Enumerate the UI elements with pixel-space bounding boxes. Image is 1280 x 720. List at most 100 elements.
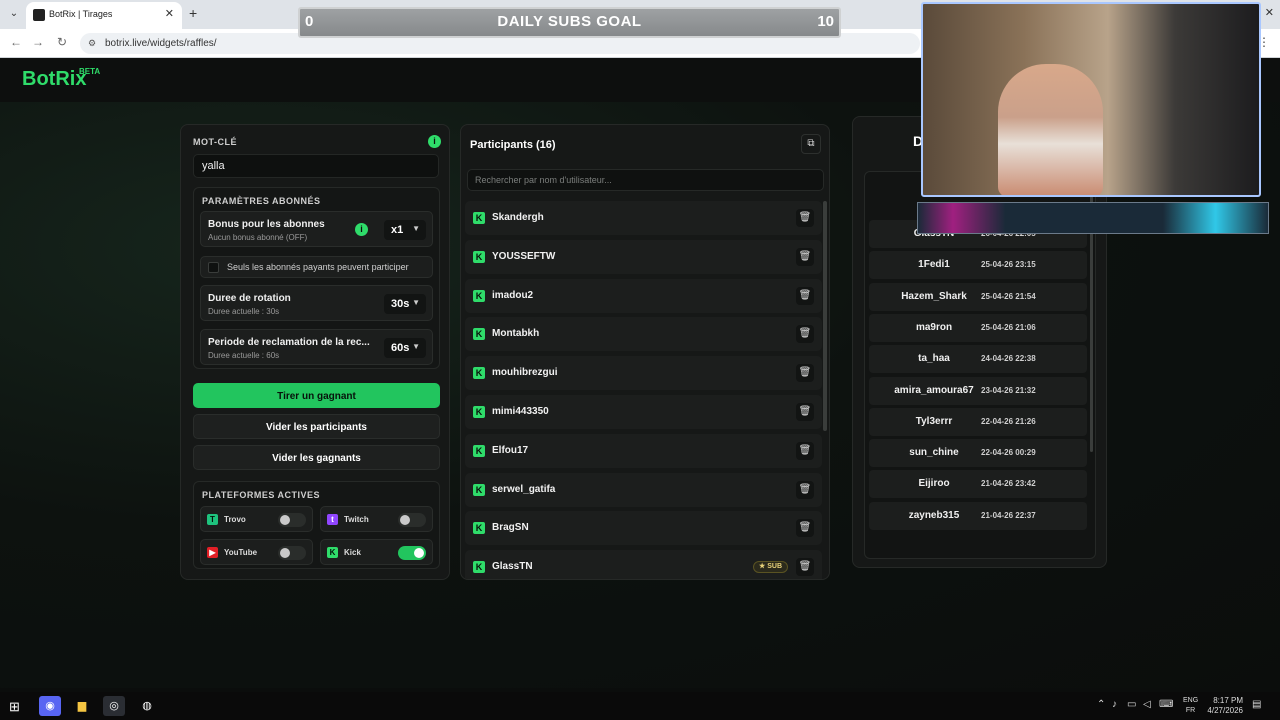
tray-chevron-icon[interactable]: ⌃ (1097, 699, 1105, 710)
participants-scrollbar[interactable] (823, 201, 827, 431)
trovo-icon: T (207, 514, 218, 525)
keyword-input[interactable] (193, 154, 439, 178)
trash-icon[interactable]: 🗑 (796, 441, 814, 460)
file-explorer-icon[interactable]: ▆ (71, 696, 93, 716)
participant-name: imadou2 (492, 289, 534, 301)
network-icon[interactable]: ▭ (1127, 699, 1136, 710)
keyboard-icon[interactable]: ⌨ (1159, 699, 1173, 710)
winner-row: 1Fedi1 25-04-26 23:15 (869, 251, 1087, 280)
participant-name: BragSN (492, 522, 529, 534)
paid-only-row[interactable]: Seuls les abonnés payants peuvent partic… (200, 256, 433, 278)
claim-title: Periode de reclamation de la rec... (208, 337, 370, 348)
kick-toggle[interactable] (398, 546, 426, 560)
trash-icon[interactable]: 🗑 (796, 403, 814, 421)
language-indicator[interactable]: ENG FR (1183, 696, 1198, 716)
participant-row: K GlassTN ★ SUB 🗑 (465, 550, 822, 579)
platform-name: YouTube (224, 548, 258, 557)
url-text: botrix.live/widgets/raffles/ (105, 38, 217, 49)
twitch-toggle[interactable] (398, 513, 426, 527)
participant-name: GlassTN (492, 561, 533, 573)
trash-icon[interactable]: 🗑 (796, 286, 814, 305)
winner-name: sun_chine (909, 447, 959, 459)
participant-name: Skandergh (492, 212, 544, 223)
participant-name: mouhibrezgui (492, 367, 558, 379)
notifications-icon[interactable]: ▤ (1252, 699, 1261, 710)
clock[interactable]: 8:17 PM 4/27/2026 (1203, 696, 1243, 716)
platform-kick: K Kick (320, 539, 433, 565)
winner-date: 22-04-26 21:26 (981, 416, 1036, 426)
clear-participants-button[interactable]: Vider les participants (193, 414, 440, 439)
trash-icon[interactable]: 🗑 (796, 480, 814, 499)
chevron-down-icon: ▼ (412, 342, 420, 351)
winner-date: 25-04-26 21:54 (981, 291, 1036, 301)
subs-goal-overlay: 0 DAILY SUBS GOAL 10 (298, 7, 841, 38)
trash-icon[interactable]: 🗑 (796, 519, 814, 538)
streamer-figure (998, 64, 1103, 195)
rotation-value: 30s (391, 298, 410, 310)
site-info-icon[interactable]: ⚙ (88, 38, 98, 48)
platforms-title: PLATEFORMES ACTIVES (202, 490, 321, 500)
participant-row: Kimadou2 🗑 (465, 278, 822, 313)
trash-icon[interactable]: 🗑 (796, 247, 814, 266)
participant-row: Kmimi443350 🗑 (465, 395, 822, 429)
chevron-down-icon: ▼ (412, 224, 420, 233)
bonus-dropdown[interactable]: x1 ▼ (384, 220, 426, 240)
chevron-down-icon: ▼ (412, 298, 420, 307)
sub-badge-label: SUB (767, 563, 782, 571)
winner-name: amira_amoura67 (894, 384, 974, 396)
close-tab-icon[interactable]: ✕ (165, 7, 174, 20)
claim-dropdown[interactable]: 60s ▼ (384, 338, 426, 358)
trovo-toggle[interactable] (278, 513, 306, 527)
raffle-settings-panel: MOT-CLÉ i PARAMÈTRES ABONNÉS Bonus pour … (180, 124, 450, 580)
windows-start-icon[interactable]: ⊞ (9, 699, 20, 715)
draw-winner-button[interactable]: Tirer un gagnant (193, 383, 440, 408)
clock-time: 8:17 PM (1213, 696, 1243, 705)
copy-icon[interactable]: ⧉ (801, 134, 821, 154)
trash-icon[interactable]: 🗑 (796, 325, 814, 344)
trash-icon[interactable]: 🗑 (796, 558, 814, 577)
bonus-info-icon[interactable]: i (355, 223, 368, 236)
winner-name: ta_haa (918, 353, 950, 365)
clear-winners-button[interactable]: Vider les gagnants (193, 445, 440, 470)
neon-banner-overlay (917, 202, 1269, 234)
bonus-title: Bonus pour les abonnes (208, 219, 325, 230)
kick-icon: K (473, 444, 485, 457)
forward-icon[interactable]: → (30, 35, 46, 49)
tab-search-icon[interactable]: ⌄ (6, 6, 22, 22)
youtube-toggle[interactable] (278, 546, 306, 560)
new-tab-icon[interactable]: + (189, 5, 197, 21)
winner-row: zayneb315 21-04-26 22:37 (869, 501, 1087, 530)
info-icon[interactable]: i (428, 135, 441, 148)
claim-value: 60s (391, 342, 410, 354)
back-icon[interactable]: ← (8, 35, 24, 49)
trash-icon[interactable]: 🗑 (796, 209, 814, 227)
paid-only-checkbox[interactable] (208, 262, 219, 273)
rotation-subtitle: Duree actuelle : 30s (208, 307, 280, 316)
trash-icon[interactable]: 🗑 (796, 364, 814, 383)
participant-name: Elfou17 (492, 444, 529, 456)
discord-app-icon[interactable]: ◉ (39, 696, 61, 716)
clock-date: 4/27/2026 (1207, 706, 1243, 715)
volume-icon[interactable]: ◁ (1143, 699, 1151, 710)
kick-icon: K (473, 561, 485, 574)
participant-search-input[interactable] (467, 169, 824, 191)
claim-period-row: Periode de reclamation de la rec... Dure… (200, 329, 433, 365)
microphone-icon[interactable]: ♪ (1112, 699, 1117, 710)
kick-icon: K (473, 483, 485, 496)
winner-date: 21-04-26 23:42 (981, 479, 1036, 489)
bonus-value: x1 (391, 224, 404, 236)
kick-icon: K (473, 212, 485, 224)
obs-app-icon[interactable]: ◍ (136, 696, 158, 716)
participants-panel: Participants (16) ⧉ K Skandergh 🗑 K YOUSSEFT… (460, 124, 830, 580)
browser-tab[interactable]: BotRix | Tirages ✕ (26, 2, 182, 29)
sub-badge: ★ SUB (752, 561, 788, 574)
reload-icon[interactable]: ↻ (54, 35, 70, 49)
platform-trovo: T Trovo (200, 506, 313, 532)
platform-youtube: ▶ YouTube (200, 539, 313, 565)
participant-row: K Elfou17 🗑 (465, 433, 822, 468)
winner-name: Eijiroo (918, 478, 950, 490)
rotation-dropdown[interactable]: 30s ▼ (384, 294, 426, 314)
chrome-app-icon[interactable]: ◎ (103, 696, 125, 716)
participant-row: Kserwel_gatifa 🗑 (465, 472, 822, 507)
logo[interactable]: BotRix (22, 68, 86, 91)
